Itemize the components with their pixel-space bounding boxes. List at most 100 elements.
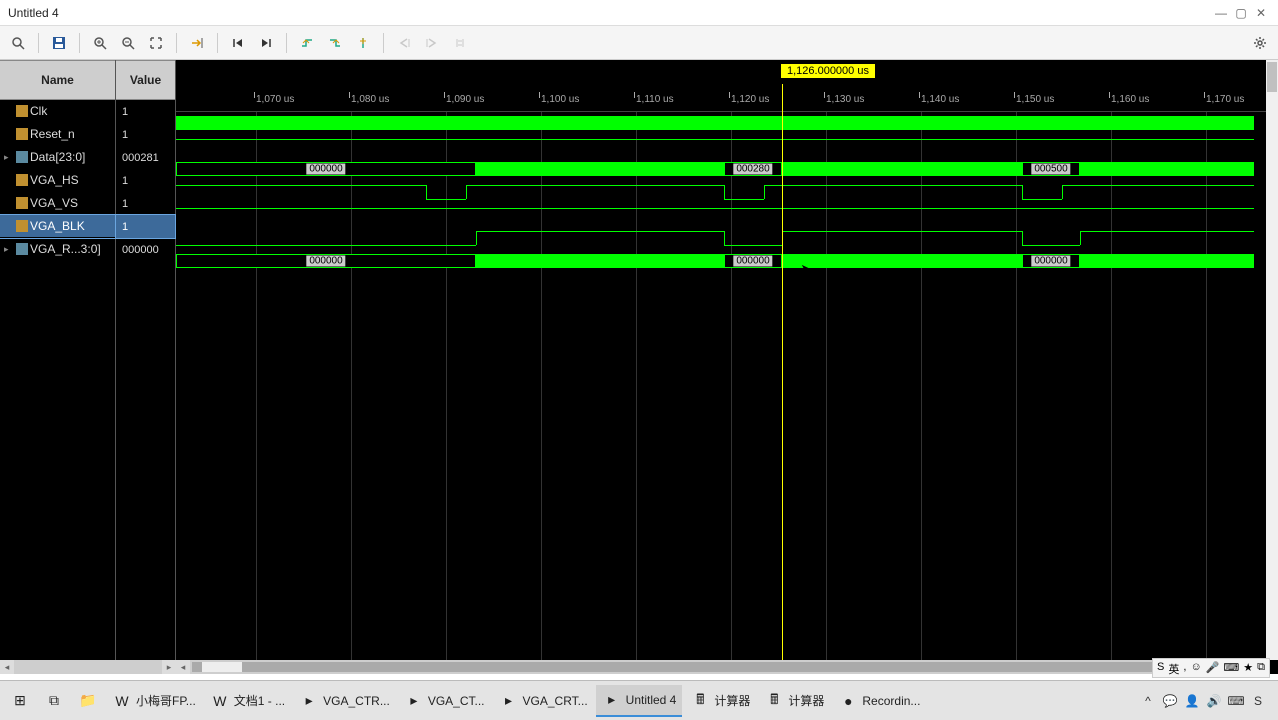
waveform-segment [1022,199,1062,200]
langbar-item[interactable]: ⧉ [1257,661,1265,675]
taskbar-item[interactable]: 🖩计算器 [684,685,756,717]
waveform-row[interactable] [176,204,1266,227]
save-icon[interactable] [47,31,71,55]
waveform-row[interactable] [176,135,1266,158]
scrollbar-track[interactable] [192,662,1250,672]
prev-marker-icon[interactable] [392,31,416,55]
waveform-horizontal-scrollbar[interactable]: ◂ ▸ [176,660,1266,674]
add-marker-icon[interactable] [351,31,375,55]
expand-icon[interactable]: ▸ [4,244,14,255]
panel-horizontal-scrollbar[interactable]: ◂▸ [0,660,176,674]
waveform-edge [466,185,467,199]
taskbar-item[interactable]: ●Recordin... [832,685,926,717]
tray-icon[interactable]: ⌨ [1228,693,1244,709]
waveform-edge [764,185,765,199]
app-icon: ▸ [602,690,622,710]
swap-markers-icon[interactable] [448,31,472,55]
langbar-item[interactable]: ★ [1243,661,1253,675]
go-to-cursor-icon[interactable] [185,31,209,55]
scroll-right-icon[interactable]: ▸ [162,660,176,674]
tray-icon[interactable]: S [1250,693,1266,709]
tray-icon[interactable]: 🔊 [1206,693,1222,709]
scrollbar-thumb[interactable] [202,662,242,672]
language-bar[interactable]: S英, ☺ 🎤⌨ ★ ⧉ [1152,658,1270,678]
next-marker-icon[interactable] [420,31,444,55]
zoom-in-icon[interactable] [88,31,112,55]
go-first-icon[interactable] [226,31,250,55]
cursor-time-label: 1,126.000000 us [781,64,875,78]
time-ruler[interactable]: 1,070 us1,080 us1,090 us1,100 us1,110 us… [176,84,1266,112]
waveform-segment [426,199,466,200]
name-header[interactable]: Name [0,60,115,100]
taskbar-item[interactable]: ⧉ [38,685,70,717]
taskbar-item[interactable]: ▸VGA_CTR... [293,685,396,717]
tray-icon[interactable]: 👤 [1184,693,1200,709]
signal-row-reset[interactable]: Reset_n [0,123,115,146]
taskbar-item[interactable]: W文档1 - ... [204,685,291,717]
langbar-item[interactable]: ☺ [1190,661,1201,675]
prev-transition-icon[interactable] [295,31,319,55]
langbar-item[interactable]: 英 [1168,661,1179,675]
search-icon[interactable] [6,31,30,55]
toolbar [0,26,1278,60]
signal-row-hs[interactable]: VGA_HS [0,169,115,192]
signal-row-vgar[interactable]: ▸VGA_R...3:0] [0,238,115,261]
value-row[interactable]: 1 [116,169,175,192]
waveform-edge [426,185,427,199]
system-tray: ^ 💬 👤 🔊 ⌨ S [1132,693,1274,709]
tray-icon[interactable]: ^ [1140,693,1156,709]
zoom-out-icon[interactable] [116,31,140,55]
next-transition-icon[interactable] [323,31,347,55]
signal-row-clk[interactable]: Clk [0,100,115,123]
maximize-button[interactable]: ▢ [1232,4,1250,22]
signal-row-vs[interactable]: VGA_VS [0,192,115,215]
expand-icon[interactable]: ▸ [4,152,14,163]
waveform-segment [176,208,1254,209]
signal-row-blk[interactable]: VGA_BLK [0,215,115,238]
main-area: Name Clk Reset_n ▸Data[23:0] VGA_HS VGA_… [0,60,1278,674]
waveform-row[interactable] [176,181,1266,204]
app-icon: ▸ [299,691,319,711]
taskbar-item[interactable]: 📁 [72,685,104,717]
langbar-item[interactable]: S [1157,661,1164,675]
scroll-left-icon[interactable]: ◂ [0,660,14,674]
taskbar-item[interactable]: ▸VGA_CRT... [493,685,594,717]
tray-icon[interactable]: 💬 [1162,693,1178,709]
vertical-scrollbar[interactable] [1266,60,1278,660]
langbar-item[interactable]: ⌨ [1223,661,1239,675]
value-row[interactable]: 1 [116,100,175,123]
langbar-item[interactable]: 🎤 [1206,661,1220,675]
minimize-button[interactable]: — [1212,4,1230,22]
go-last-icon[interactable] [254,31,278,55]
value-row[interactable]: 1 [116,192,175,215]
taskbar-item[interactable]: 🖩计算器 [758,685,830,717]
cursor-line[interactable] [782,84,783,660]
signal-icon [16,197,28,209]
taskbar-item[interactable]: ▸Untitled 4 [596,685,683,717]
taskbar-item[interactable]: ⊞ [4,685,36,717]
langbar-item[interactable]: , [1183,661,1186,675]
gear-icon[interactable] [1248,31,1272,55]
scroll-left-icon[interactable]: ◂ [176,660,190,674]
waveform-row[interactable] [176,112,1266,135]
waveform-segment [782,231,1022,232]
waveform-row[interactable]: 000000000280000500 [176,158,1266,181]
signal-icon [16,105,28,117]
waveform-row[interactable]: 000000000000000000 [176,250,1266,273]
waveform-row[interactable] [176,227,1266,250]
value-row[interactable]: 000000 [116,238,175,261]
scrollbar-thumb[interactable] [1267,62,1277,92]
value-row[interactable]: 1 [116,123,175,146]
waveform-area[interactable]: 1,126.000000 us 1,070 us1,080 us1,090 us… [176,60,1278,674]
value-row[interactable]: 000281 [116,146,175,169]
waveform-edge [724,231,725,245]
signal-row-data[interactable]: ▸Data[23:0] [0,146,115,169]
value-header[interactable]: Value [116,60,175,100]
waveform-content[interactable]: 000000000280000500 000000000000000000 [176,112,1266,660]
value-row[interactable]: 1 [116,215,175,238]
close-button[interactable]: ✕ [1252,4,1270,22]
taskbar-item[interactable]: W小梅哥FP... [106,685,202,717]
zoom-fit-icon[interactable] [144,31,168,55]
bus-segment [782,254,1022,268]
taskbar-item[interactable]: ▸VGA_CT... [398,685,491,717]
